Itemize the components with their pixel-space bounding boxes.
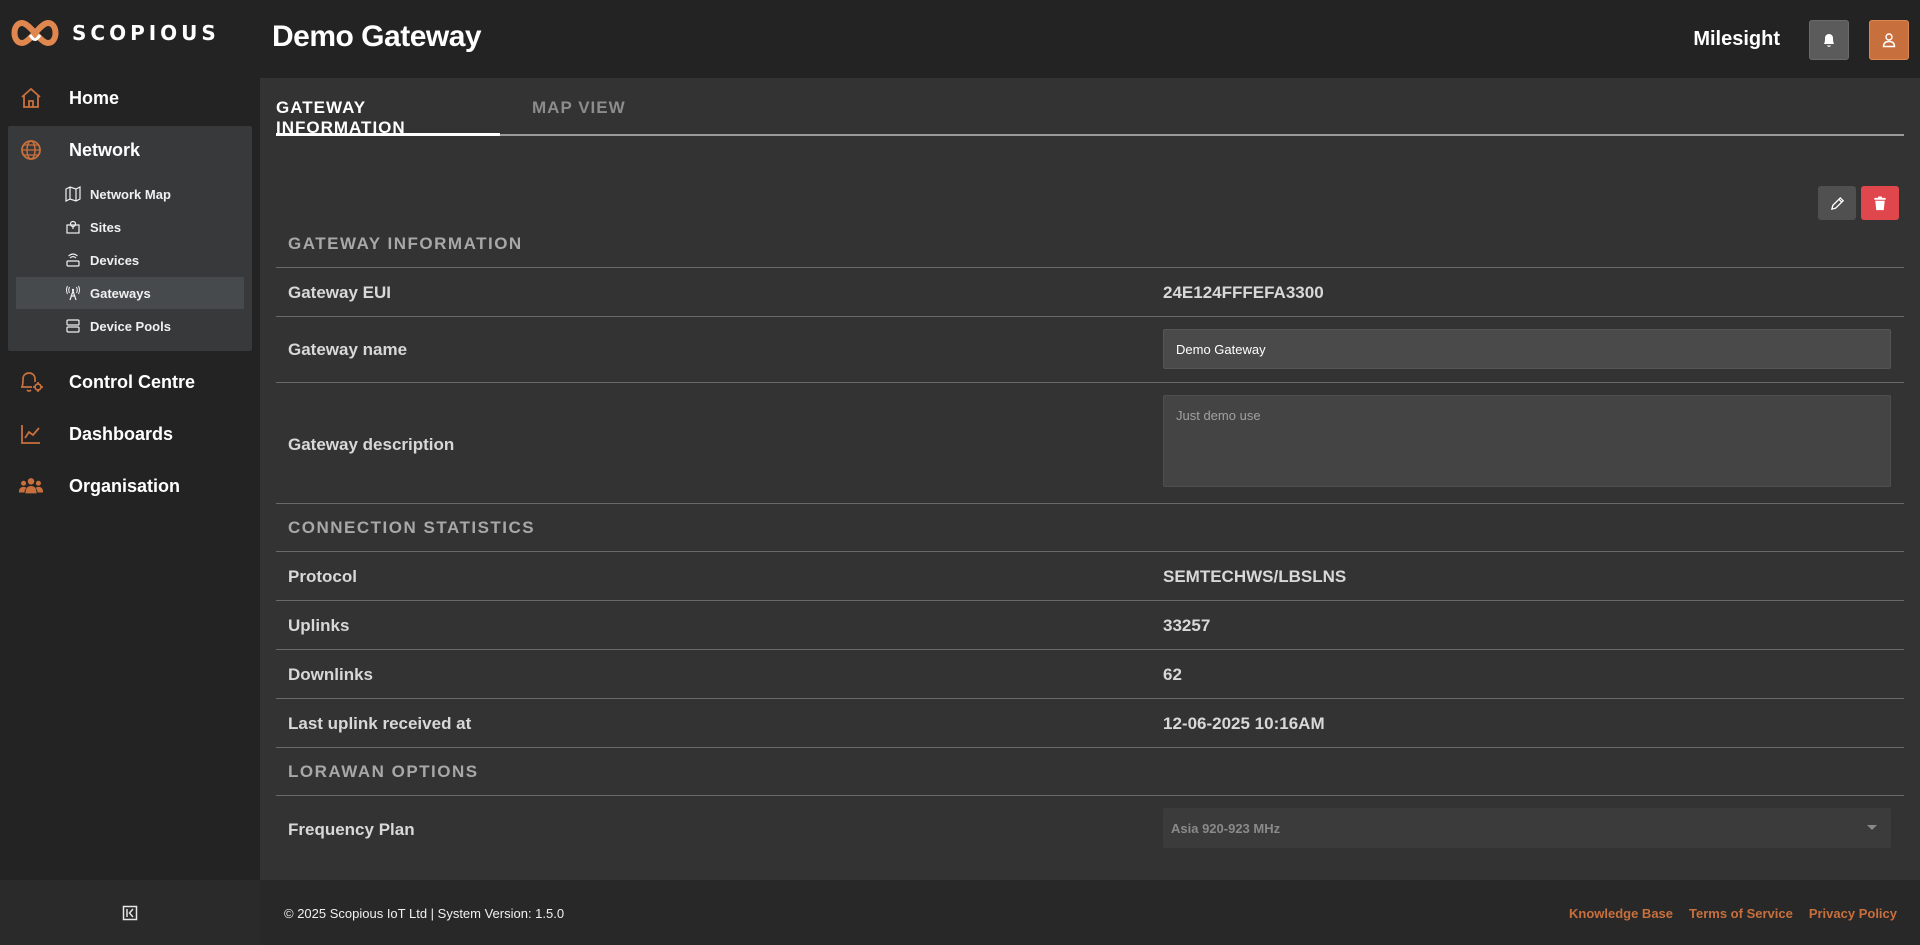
sidebar-item-label: Dashboards (69, 423, 174, 444)
gateway-description-textarea[interactable] (1163, 395, 1891, 487)
row-frequency-plan: Frequency Plan Asia 920-923 MHz (276, 796, 1904, 862)
antenna-icon (64, 284, 82, 302)
infinity-logo-icon (11, 19, 59, 47)
user-icon (1882, 33, 1896, 48)
tab-map-view[interactable]: MAP VIEW (532, 98, 626, 136)
trash-icon (1874, 195, 1886, 210)
bell-icon (1824, 34, 1834, 47)
privacy-policy-link[interactable]: Privacy Policy (1809, 906, 1897, 921)
sidebar-item-network[interactable]: Network (8, 126, 252, 174)
organisation-name: Milesight (1693, 28, 1780, 50)
bell-gear-icon (18, 369, 44, 395)
row-uplinks: Uplinks 33257 (276, 601, 1904, 650)
downlinks-label: Downlinks (288, 665, 374, 684)
sidebar-subitem-device-pools[interactable]: Device Pools (16, 310, 244, 342)
sidebar-item-control-centre[interactable]: Control Centre (8, 358, 252, 406)
pool-icon (64, 317, 82, 335)
sidebar-subitem-network-map[interactable]: Network Map (16, 178, 244, 210)
sidebar-subitem-devices[interactable]: Devices (16, 244, 244, 276)
row-gateway-eui: Gateway EUI 24E124FFFEFA3300 (276, 268, 1904, 317)
row-last-uplink: Last uplink received at 12-06-2025 10:16… (276, 699, 1904, 748)
sidebar-item-organisation[interactable]: Organisation (8, 462, 252, 510)
gateway-description-label: Gateway description (288, 435, 455, 454)
sidebar-item-label: Home (69, 87, 120, 108)
sidebar-subitem-gateways[interactable]: Gateways (16, 277, 244, 309)
scopious-logo[interactable]: SCOPIOUS (10, 18, 220, 48)
tab-gateway-information[interactable]: GATEWAY INFORMATION (276, 98, 500, 137)
line-chart-icon (18, 421, 44, 447)
chevron-down-icon (1867, 825, 1877, 830)
copyright-text: © 2025 Scopious IoT Ltd | System Version… (284, 906, 565, 921)
main-content: GATEWAY INFORMATION MAP VIEW GATEWAY INF… (260, 78, 1920, 880)
row-gateway-description: Gateway description (276, 383, 1904, 504)
section-heading-lorawan-options: LORAWAN OPTIONS (276, 748, 1904, 796)
home-icon (18, 85, 44, 111)
terms-of-service-link[interactable]: Terms of Service (1689, 906, 1793, 921)
site-icon (64, 218, 82, 236)
section-heading-connection-statistics: CONNECTION STATISTICS (276, 504, 1904, 552)
section-heading-gateway-information: GATEWAY INFORMATION (276, 220, 1904, 268)
sidebar-item-label: Network (69, 139, 141, 160)
people-icon (18, 473, 44, 499)
sidebar-item-home[interactable]: Home (8, 74, 252, 122)
delete-button[interactable] (1861, 186, 1899, 220)
frequency-plan-select[interactable]: Asia 920-923 MHz (1163, 808, 1891, 848)
sidebar-item-label: Control Centre (69, 371, 195, 392)
footer-links: Knowledge Base Terms of Service Privacy … (1569, 906, 1897, 921)
frequency-plan-label: Frequency Plan (288, 820, 415, 839)
footer: © 2025 Scopious IoT Ltd | System Version… (260, 880, 1920, 945)
protocol-value: SEMTECHWS/LBSLNS (1163, 567, 1347, 586)
sidebar-subitem-sites[interactable]: Sites (16, 211, 244, 243)
uplinks-value: 33257 (1163, 616, 1211, 635)
gateway-eui-label: Gateway EUI (288, 283, 391, 302)
top-header: Demo Gateway Milesight (260, 0, 1920, 78)
row-protocol: Protocol SEMTECHWS/LBSLNS (276, 552, 1904, 601)
device-icon (64, 251, 82, 269)
protocol-label: Protocol (288, 567, 357, 586)
notifications-button[interactable] (1809, 20, 1849, 60)
map-icon (64, 185, 82, 203)
uplinks-label: Uplinks (288, 616, 350, 635)
sidebar: SCOPIOUS Home Network Network Map Sites (0, 0, 260, 945)
user-profile-button[interactable] (1869, 20, 1909, 60)
page-title: Demo Gateway (272, 20, 482, 53)
row-downlinks: Downlinks 62 (276, 650, 1904, 699)
row-gateway-name: Gateway name (276, 317, 1904, 383)
last-uplink-label: Last uplink received at (288, 714, 472, 733)
gateway-eui-value: 24E124FFFEFA3300 (1163, 283, 1324, 302)
edit-button[interactable] (1818, 186, 1856, 220)
globe-icon (18, 137, 44, 163)
network-section: Network Network Map Sites Devices Gatewa… (8, 126, 252, 351)
sidebar-footer (0, 880, 260, 945)
logo-wordmark: SCOPIOUS (72, 21, 220, 45)
frequency-plan-selected-value: Asia 920-923 MHz (1171, 820, 1281, 836)
knowledge-base-link[interactable]: Knowledge Base (1569, 906, 1673, 921)
tab-bar: GATEWAY INFORMATION MAP VIEW (276, 78, 1904, 137)
pencil-icon (1830, 196, 1844, 210)
sidebar-item-label: Organisation (69, 475, 181, 496)
gateway-name-label: Gateway name (288, 340, 408, 359)
downlinks-value: 62 (1163, 665, 1182, 684)
last-uplink-value: 12-06-2025 10:16AM (1163, 714, 1325, 733)
sidebar-item-dashboards[interactable]: Dashboards (8, 410, 252, 458)
collapse-sidebar-icon[interactable] (122, 905, 138, 921)
gateway-name-input[interactable] (1163, 329, 1891, 369)
